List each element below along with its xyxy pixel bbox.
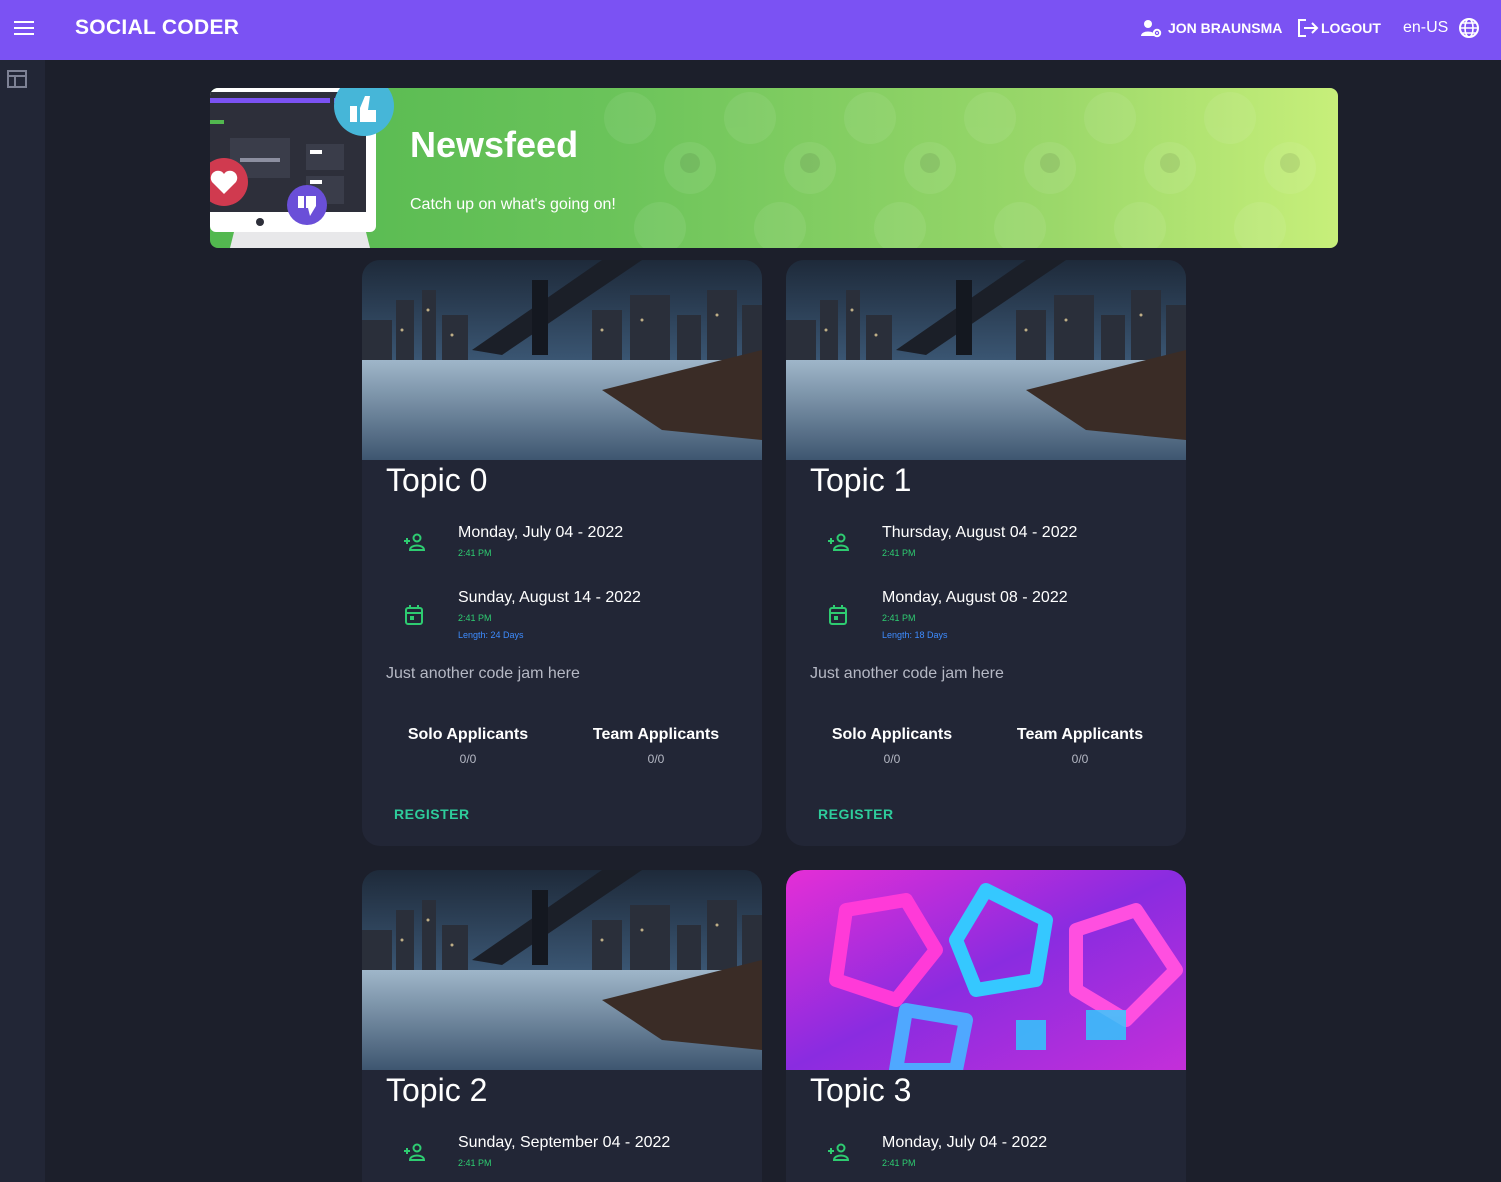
length-label: Length: 24 Days xyxy=(458,630,524,640)
card-image-abstract-neon xyxy=(786,870,1186,1070)
start-date: Monday, July 04 - 2022 xyxy=(882,1134,1048,1151)
card-image-city-bridge xyxy=(362,260,762,460)
topic-card: Topic 0 Monday, July 04 - 2022 2:41 PM S… xyxy=(362,260,762,846)
logout-button[interactable]: LOGOUT xyxy=(1297,17,1381,39)
logout-icon xyxy=(1298,19,1319,37)
person-add-icon xyxy=(828,1143,850,1161)
team-applicants-label: Team Applicants xyxy=(592,726,720,743)
start-date-row: Monday, July 04 - 2022 2:41 PM xyxy=(786,1134,1186,1182)
person-add-icon xyxy=(404,533,426,551)
solo-applicants-label: Solo Applicants xyxy=(407,726,529,743)
card-title: Topic 1 xyxy=(810,462,912,498)
start-date: Monday, July 04 - 2022 xyxy=(458,524,624,541)
team-applicants-value: 0/0 xyxy=(647,752,665,766)
card-description: Just another code jam here xyxy=(810,665,1004,682)
banner-title: Newsfeed xyxy=(410,124,579,165)
start-time: 2:41 PM xyxy=(882,1158,916,1168)
card-description: Just another code jam here xyxy=(386,665,580,682)
calendar-icon xyxy=(829,605,847,625)
start-date-row: Monday, July 04 - 2022 2:41 PM xyxy=(362,524,762,580)
dashboard-icon[interactable] xyxy=(7,70,27,88)
start-date-row: Sunday, September 04 - 2022 2:41 PM xyxy=(362,1134,762,1182)
end-date: Monday, August 08 - 2022 xyxy=(882,589,1068,606)
solo-applicants-value: 0/0 xyxy=(883,752,901,766)
solo-applicants: Solo Applicants 0/0 xyxy=(368,726,568,766)
start-date: Thursday, August 04 - 2022 xyxy=(882,524,1078,541)
end-date-row: Sunday, August 14 - 2022 2:41 PM Length:… xyxy=(362,589,762,645)
logout-label: LOGOUT xyxy=(1321,20,1381,36)
card-image-city-bridge xyxy=(362,870,762,1070)
globe-icon xyxy=(1459,18,1480,38)
user-profile-button[interactable]: JON BRAUNSMA xyxy=(1140,17,1282,39)
person-add-icon xyxy=(404,1143,426,1161)
end-time: 2:41 PM xyxy=(458,613,492,623)
locale-selector[interactable]: en-US xyxy=(1403,17,1480,39)
locale-label: en-US xyxy=(1403,19,1449,36)
card-title: Topic 2 xyxy=(386,1072,488,1108)
user-name: JON BRAUNSMA xyxy=(1168,20,1283,36)
top-app-bar: SOCIAL CODER JON BRAUNSMA LOGOUT en-US xyxy=(0,0,1501,60)
register-button[interactable]: REGISTER xyxy=(810,800,902,828)
start-date: Sunday, September 04 - 2022 xyxy=(458,1134,671,1151)
card-title: Topic 0 xyxy=(386,462,488,498)
end-date: Sunday, August 14 - 2022 xyxy=(458,589,641,606)
banner-subtitle: Catch up on what's going on! xyxy=(410,196,616,213)
social-illustration xyxy=(210,88,394,248)
topic-card: Topic 2 Sunday, September 04 - 2022 2:41… xyxy=(362,870,762,1182)
end-time: 2:41 PM xyxy=(882,613,916,623)
side-rail xyxy=(0,60,45,1182)
brand-title[interactable]: SOCIAL CODER xyxy=(75,16,239,40)
card-title: Topic 3 xyxy=(810,1072,912,1108)
topic-card: Topic 1 Thursday, August 04 - 2022 2:41 … xyxy=(786,260,1186,846)
team-applicants: Team Applicants 0/0 xyxy=(980,726,1180,766)
start-time: 2:41 PM xyxy=(458,548,492,558)
start-time: 2:41 PM xyxy=(458,1158,492,1168)
solo-applicants: Solo Applicants 0/0 xyxy=(792,726,992,766)
team-applicants: Team Applicants 0/0 xyxy=(556,726,756,766)
solo-applicants-value: 0/0 xyxy=(459,752,477,766)
solo-applicants-label: Solo Applicants xyxy=(831,726,953,743)
topic-card: Topic 3 Monday, July 04 - 2022 2:41 PM xyxy=(786,870,1186,1182)
start-time: 2:41 PM xyxy=(882,548,916,558)
newsfeed-banner: Newsfeed Catch up on what's going on! xyxy=(210,88,1338,248)
end-date-row: Monday, August 08 - 2022 2:41 PM Length:… xyxy=(786,589,1186,645)
team-applicants-value: 0/0 xyxy=(1071,752,1089,766)
person-add-icon xyxy=(828,533,850,551)
register-button[interactable]: REGISTER xyxy=(386,800,478,828)
start-date-row: Thursday, August 04 - 2022 2:41 PM xyxy=(786,524,1186,580)
length-label: Length: 18 Days xyxy=(882,630,948,640)
calendar-icon xyxy=(405,605,423,625)
user-gear-icon xyxy=(1141,20,1162,38)
team-applicants-label: Team Applicants xyxy=(1016,726,1144,743)
menu-icon[interactable] xyxy=(14,18,36,40)
card-image-city-bridge xyxy=(786,260,1186,460)
